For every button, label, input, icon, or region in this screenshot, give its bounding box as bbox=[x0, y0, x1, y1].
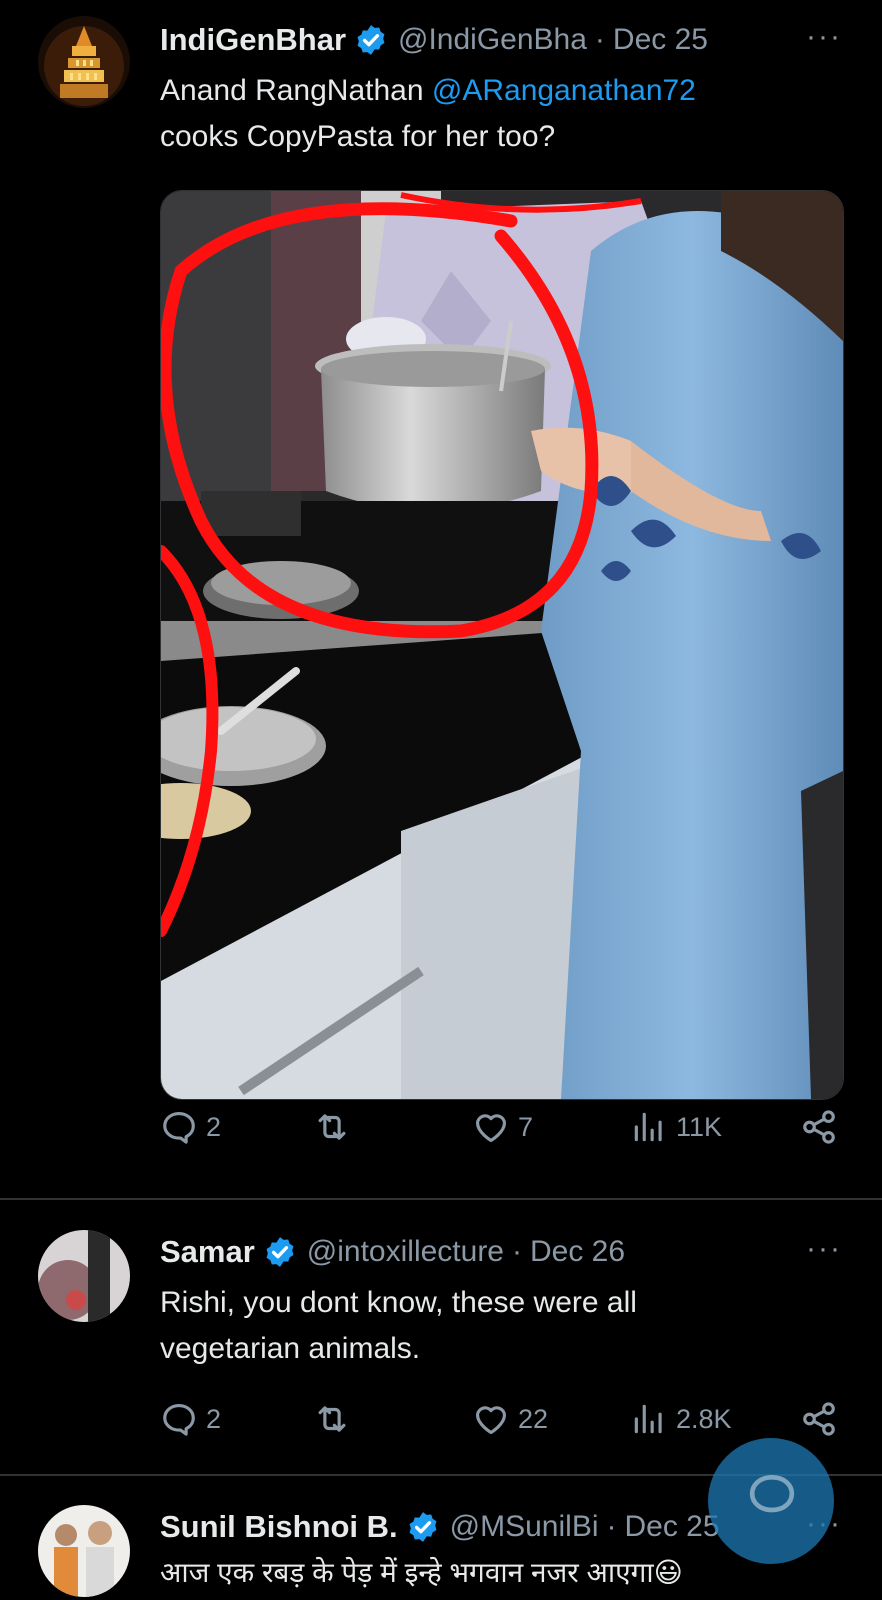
like-icon bbox=[472, 1400, 510, 1438]
like-button[interactable]: 7 bbox=[472, 1108, 533, 1146]
like-count: 7 bbox=[518, 1111, 534, 1142]
author-name[interactable]: Samar bbox=[160, 1234, 255, 1270]
more-icon[interactable]: ··· bbox=[806, 20, 842, 54]
like-icon bbox=[472, 1108, 510, 1146]
tweet-divider bbox=[0, 1198, 882, 1200]
tweet-actions: 2 22 2.8K bbox=[160, 1400, 840, 1446]
reply-count: 2 bbox=[206, 1403, 222, 1434]
verified-badge-icon bbox=[406, 1510, 440, 1544]
sunil-avatar-icon bbox=[38, 1505, 130, 1597]
retweet-icon bbox=[313, 1108, 351, 1146]
avatar-sunil[interactable] bbox=[38, 1505, 130, 1597]
reply-icon bbox=[160, 1108, 198, 1146]
views-button[interactable]: 11K bbox=[630, 1108, 722, 1146]
text-line: vegetarian animals. bbox=[160, 1332, 421, 1365]
verified-badge-icon bbox=[354, 23, 388, 57]
views-count: 2.8K bbox=[676, 1403, 732, 1434]
reply-icon bbox=[160, 1400, 198, 1438]
separator-dot: · bbox=[512, 1235, 522, 1268]
more-icon[interactable]: ··· bbox=[806, 1232, 842, 1266]
views-icon bbox=[630, 1108, 668, 1146]
tweet-actions: 2 7 11K bbox=[160, 1108, 840, 1154]
tweet-text: Rishi, you dont know, these were all veg… bbox=[160, 1280, 822, 1372]
tweet-date[interactable]: Dec 25 bbox=[613, 23, 708, 57]
retweet-button[interactable] bbox=[313, 1108, 359, 1146]
verified-badge-icon bbox=[263, 1235, 297, 1269]
compose-fab-icon bbox=[749, 1474, 795, 1513]
views-count: 11K bbox=[676, 1111, 723, 1142]
share-button[interactable] bbox=[800, 1400, 846, 1438]
author-name[interactable]: IndiGenBhar bbox=[160, 22, 346, 58]
views-button[interactable]: 2.8K bbox=[630, 1400, 732, 1438]
tweet-text: आज एक रबड़ के पेड़ में इन्हे भगवान नजर आ… bbox=[160, 1550, 842, 1596]
tweet-date[interactable]: Dec 26 bbox=[530, 1235, 625, 1269]
retweet-icon bbox=[313, 1400, 351, 1438]
emoji: 😃 bbox=[653, 1557, 683, 1588]
tweet-image[interactable] bbox=[160, 190, 844, 1100]
author-name[interactable]: Sunil Bishnoi B. bbox=[160, 1509, 398, 1545]
reply-count: 2 bbox=[206, 1111, 222, 1142]
avatar-indigenbhar[interactable] bbox=[38, 16, 130, 108]
separator-dot: · bbox=[594, 23, 605, 56]
tweet-header: Samar @intoxillecture · Dec 26 ··· bbox=[160, 1230, 842, 1274]
author-handle[interactable]: @intoxillecture bbox=[307, 1235, 504, 1269]
tweet-date[interactable]: Dec 25 bbox=[625, 1510, 720, 1544]
like-count: 22 bbox=[518, 1403, 549, 1434]
retweet-button[interactable] bbox=[313, 1400, 359, 1438]
mention-link[interactable]: @ARanganathan72 bbox=[432, 74, 696, 107]
temple-avatar-icon bbox=[38, 16, 130, 108]
share-button[interactable] bbox=[800, 1108, 846, 1146]
author-handle[interactable]: @MSunilBi bbox=[450, 1510, 599, 1544]
text-line: Anand RangNathan bbox=[160, 74, 432, 107]
author-handle[interactable]: @IndiGenBha bbox=[398, 23, 587, 57]
share-icon bbox=[800, 1108, 838, 1146]
avatar-samar[interactable] bbox=[38, 1230, 130, 1322]
tweet-header: IndiGenBhar @IndiGenBha · Dec 25 ··· bbox=[160, 18, 842, 62]
text-line: आज एक रबड़ के पेड़ में इन्हे भगवान नजर आ… bbox=[160, 1557, 654, 1588]
reply-button[interactable]: 2 bbox=[160, 1400, 221, 1438]
text-line: Rishi, you dont know, these were all bbox=[160, 1286, 637, 1319]
samar-avatar-icon bbox=[38, 1230, 130, 1322]
compose-fab[interactable] bbox=[708, 1438, 834, 1564]
separator-dot: · bbox=[606, 1510, 617, 1543]
like-button[interactable]: 22 bbox=[472, 1400, 548, 1438]
views-icon bbox=[630, 1400, 668, 1438]
reply-button[interactable]: 2 bbox=[160, 1108, 221, 1146]
tweet-text: Anand RangNathan @ARanganathan72 cooks C… bbox=[160, 68, 822, 160]
share-icon bbox=[800, 1400, 838, 1438]
kitchen-photo bbox=[161, 191, 843, 1099]
text-line: cooks CopyPasta for her too? bbox=[160, 120, 556, 153]
